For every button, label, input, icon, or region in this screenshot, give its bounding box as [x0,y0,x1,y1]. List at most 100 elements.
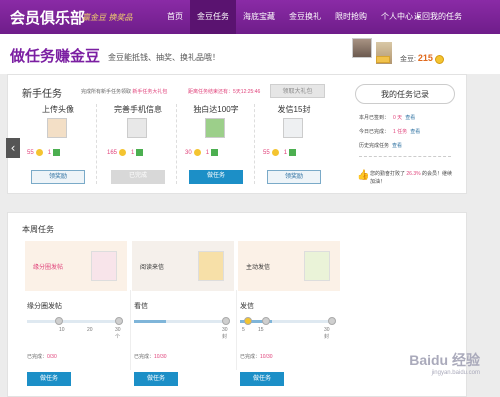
task-label: 看信 [134,303,148,310]
claim-reward-button[interactable]: 领奖励 [31,170,85,184]
weekly-task-card: 主动发信 发信 5 15 30封 已完成：10/30 做任务 [238,241,340,397]
tick-label: 5 [242,327,245,333]
reward-coins: 165 [107,150,118,157]
nav-personal-label: 个人中心 [381,12,413,21]
weekly-task-card: 阅读来信 看信 30封 已完成：10/30 做任务 [132,241,234,397]
task-banner[interactable]: 主动发信 [238,241,340,291]
coin-label: 金豆: [400,56,416,63]
newbie-task-card: 完善手机信息 165 1 已完成 [99,104,177,184]
task-name: 上传头像 [42,105,74,114]
claim-reward-button[interactable]: 领奖励 [267,170,321,184]
record-link[interactable]: 查看 [410,129,420,135]
record-link[interactable]: 查看 [405,115,415,121]
gift-icon [289,149,297,156]
tick-label: 30封 [324,327,330,340]
mobile-phone-icon [127,118,147,138]
milestone-knob [244,317,252,325]
status-label: 已完成： [240,354,261,360]
coin-value: 215 [417,53,433,63]
nav-home[interactable]: 首页 [160,0,190,34]
page-title: 做任务赚金豆 [10,48,101,65]
nav-gift-exchange[interactable]: 金豆换礼 [282,0,328,34]
newbie-task-card: 上传头像 55 1 领奖励 [19,104,97,184]
milestone-knob [328,317,336,325]
status-label: 已完成： [27,354,48,360]
tick-label: 20 [87,327,93,333]
task-banner[interactable]: 阅读来信 [132,241,234,291]
milestone-knob [222,317,230,325]
do-task-button[interactable]: 做任务 [27,372,71,386]
coin-icon [35,149,43,156]
reward-coins: 55 [27,150,34,157]
task-reward: 30 1 [185,149,255,156]
nav-gold-tasks[interactable]: 金豆任务 [190,0,236,34]
task-record-title: 我的任务记录 [355,84,455,104]
status-label: 已完成： [134,354,155,360]
back-to-tasks-link[interactable]: 返回我的任务 [414,0,462,34]
task-banner[interactable]: 缘分圈发帖 [25,241,127,291]
record-value: 1 任务 [393,129,408,135]
status-value: 10/30 [154,354,167,360]
record-row: 历史完成任务 查看 [359,142,402,149]
progress-fill [134,320,166,323]
newbie-note: 完成所有新手任务领取 新手任务大礼包 [81,88,167,95]
weekly-title: 本周任务 [22,225,54,234]
letter-icon [198,251,224,281]
divider [236,290,237,370]
reward-gifts: 1 [205,150,210,157]
record-label: 本月已签到： [359,115,390,121]
nav-treasure[interactable]: 海底宝藏 [236,0,282,34]
task-name: 独白达100字 [193,105,239,114]
avatar[interactable] [352,38,372,58]
gift-icon [136,149,144,156]
task-label: 发信 [240,303,254,310]
newbie-note-prefix: 完成所有新手任务领取 [81,89,132,95]
coin-icon [119,149,127,156]
progress-track [134,317,230,325]
banner-label: 主动发信 [246,265,271,271]
newbie-task-card: 发信15封 55 1 领奖励 [255,104,333,184]
do-task-button[interactable]: 做任务 [189,170,243,184]
brand-logo[interactable]: 会员俱乐部 [10,7,85,28]
newbie-task-card: 独白达100字 30 1 做任务 [177,104,255,184]
record-row: 今日已完成： 1 任务 查看 [359,128,420,135]
record-link[interactable]: 查看 [392,143,402,149]
weekly-task-card: 缘分圈发帖 缘分圈发帖 10 20 30个 已完成：0/30 做任务 [25,241,127,397]
claim-gift-pack-button[interactable]: 领取大礼包 [270,84,325,98]
watermark: Baidu 经验 [409,352,480,368]
task-name: 完善手机信息 [114,105,162,114]
nav-flash-sale[interactable]: 限时抢购 [328,0,374,34]
status-value: 0/30 [47,354,57,360]
banner-label: 阅读来信 [140,265,165,271]
newbie-title: 新手任务 [22,89,62,100]
gift-icon [211,149,219,156]
reward-coins: 55 [263,150,270,157]
progress-track [240,317,336,325]
coin-icon [434,54,444,64]
envelope-icon [283,118,303,138]
reward-gifts: 1 [283,150,288,157]
coin-icon [271,149,279,156]
record-label: 历史完成任务 [359,143,390,149]
watermark-sub: jingyan.baidu.com [431,370,480,376]
do-task-button[interactable]: 做任务 [134,372,178,386]
gold-bar-icon [376,56,390,63]
upload-avatar-icon [47,118,67,138]
progress-track [27,317,123,325]
task-status: 已完成：0/30 [27,353,57,360]
tick-label: 30封 [222,327,228,340]
milestone-knob [55,317,63,325]
task-reward: 55 1 [27,149,97,156]
milestone-knob [115,317,123,325]
prev-arrow-icon[interactable]: ‹ [6,138,20,158]
monologue-icon [205,118,225,138]
task-status: 已完成：10/30 [134,353,167,360]
do-task-button[interactable]: 做任务 [240,372,284,386]
record-value: 0 天 [393,115,403,121]
tick-label: 30个 [115,327,121,340]
divider [130,290,131,370]
countdown: 距离任务结束还有：5天12:25:46 [188,89,261,95]
coin-balance: 金豆: 215 [400,53,444,64]
tick-label: 10 [59,327,65,333]
record-row: 本月已签到： 0 天查看 [359,114,415,121]
